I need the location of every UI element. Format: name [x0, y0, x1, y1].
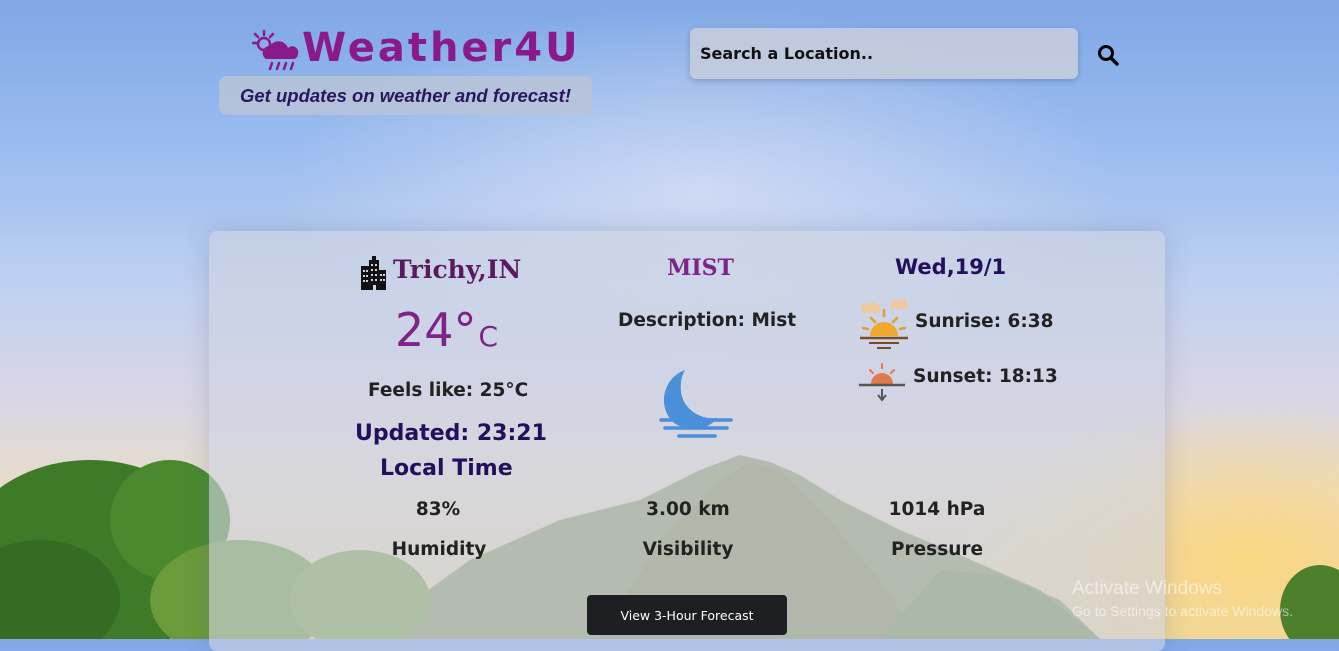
activation-watermark-subtitle: Go to Settings to activate Windows. — [1072, 603, 1293, 619]
temperature: 24°C — [395, 303, 498, 357]
pressure-value: 1014 hPa — [888, 499, 986, 520]
weather-condition: MIST — [667, 255, 734, 281]
city-buildings-icon — [361, 256, 386, 290]
tagline-text: Get updates on weather and forecast! — [239, 84, 571, 106]
city-name: Trichy,IN — [393, 255, 522, 284]
pressure-label: Pressure — [890, 539, 984, 560]
sunrise-icon — [860, 299, 908, 349]
updated-time: Updated: 23:21 — [355, 421, 547, 446]
weather-description: Description: Mist — [618, 310, 797, 331]
app-logo: Weather4U — [252, 25, 582, 73]
tagline-box: Get updates on weather and forecast! — [219, 76, 592, 115]
search-icon[interactable] — [1096, 43, 1120, 67]
visibility-label: Visibility — [642, 539, 734, 560]
sunset-icon — [859, 363, 905, 402]
current-date: Wed,19/1 — [895, 255, 1007, 279]
sun-cloud-rain-icon — [252, 29, 299, 71]
humidity-value: 83% — [415, 499, 461, 520]
local-time-label: Local Time — [380, 456, 513, 481]
humidity-label: Humidity — [391, 539, 487, 560]
view-forecast-button[interactable]: View 3-Hour Forecast — [587, 595, 787, 635]
temperature-value: 24° — [395, 303, 477, 357]
sunrise-time: Sunrise: 6:38 — [915, 311, 1054, 332]
feels-like: Feels like: 25°C — [368, 380, 529, 401]
sunset-time: Sunset: 18:13 — [913, 366, 1058, 387]
app-title: Weather4U — [302, 25, 581, 71]
temperature-unit: C — [478, 320, 499, 353]
search-input[interactable] — [690, 28, 1078, 79]
activation-watermark-title: Activate Windows — [1072, 578, 1222, 599]
visibility-value: 3.00 km — [646, 499, 730, 520]
moon-mist-icon — [659, 370, 733, 438]
